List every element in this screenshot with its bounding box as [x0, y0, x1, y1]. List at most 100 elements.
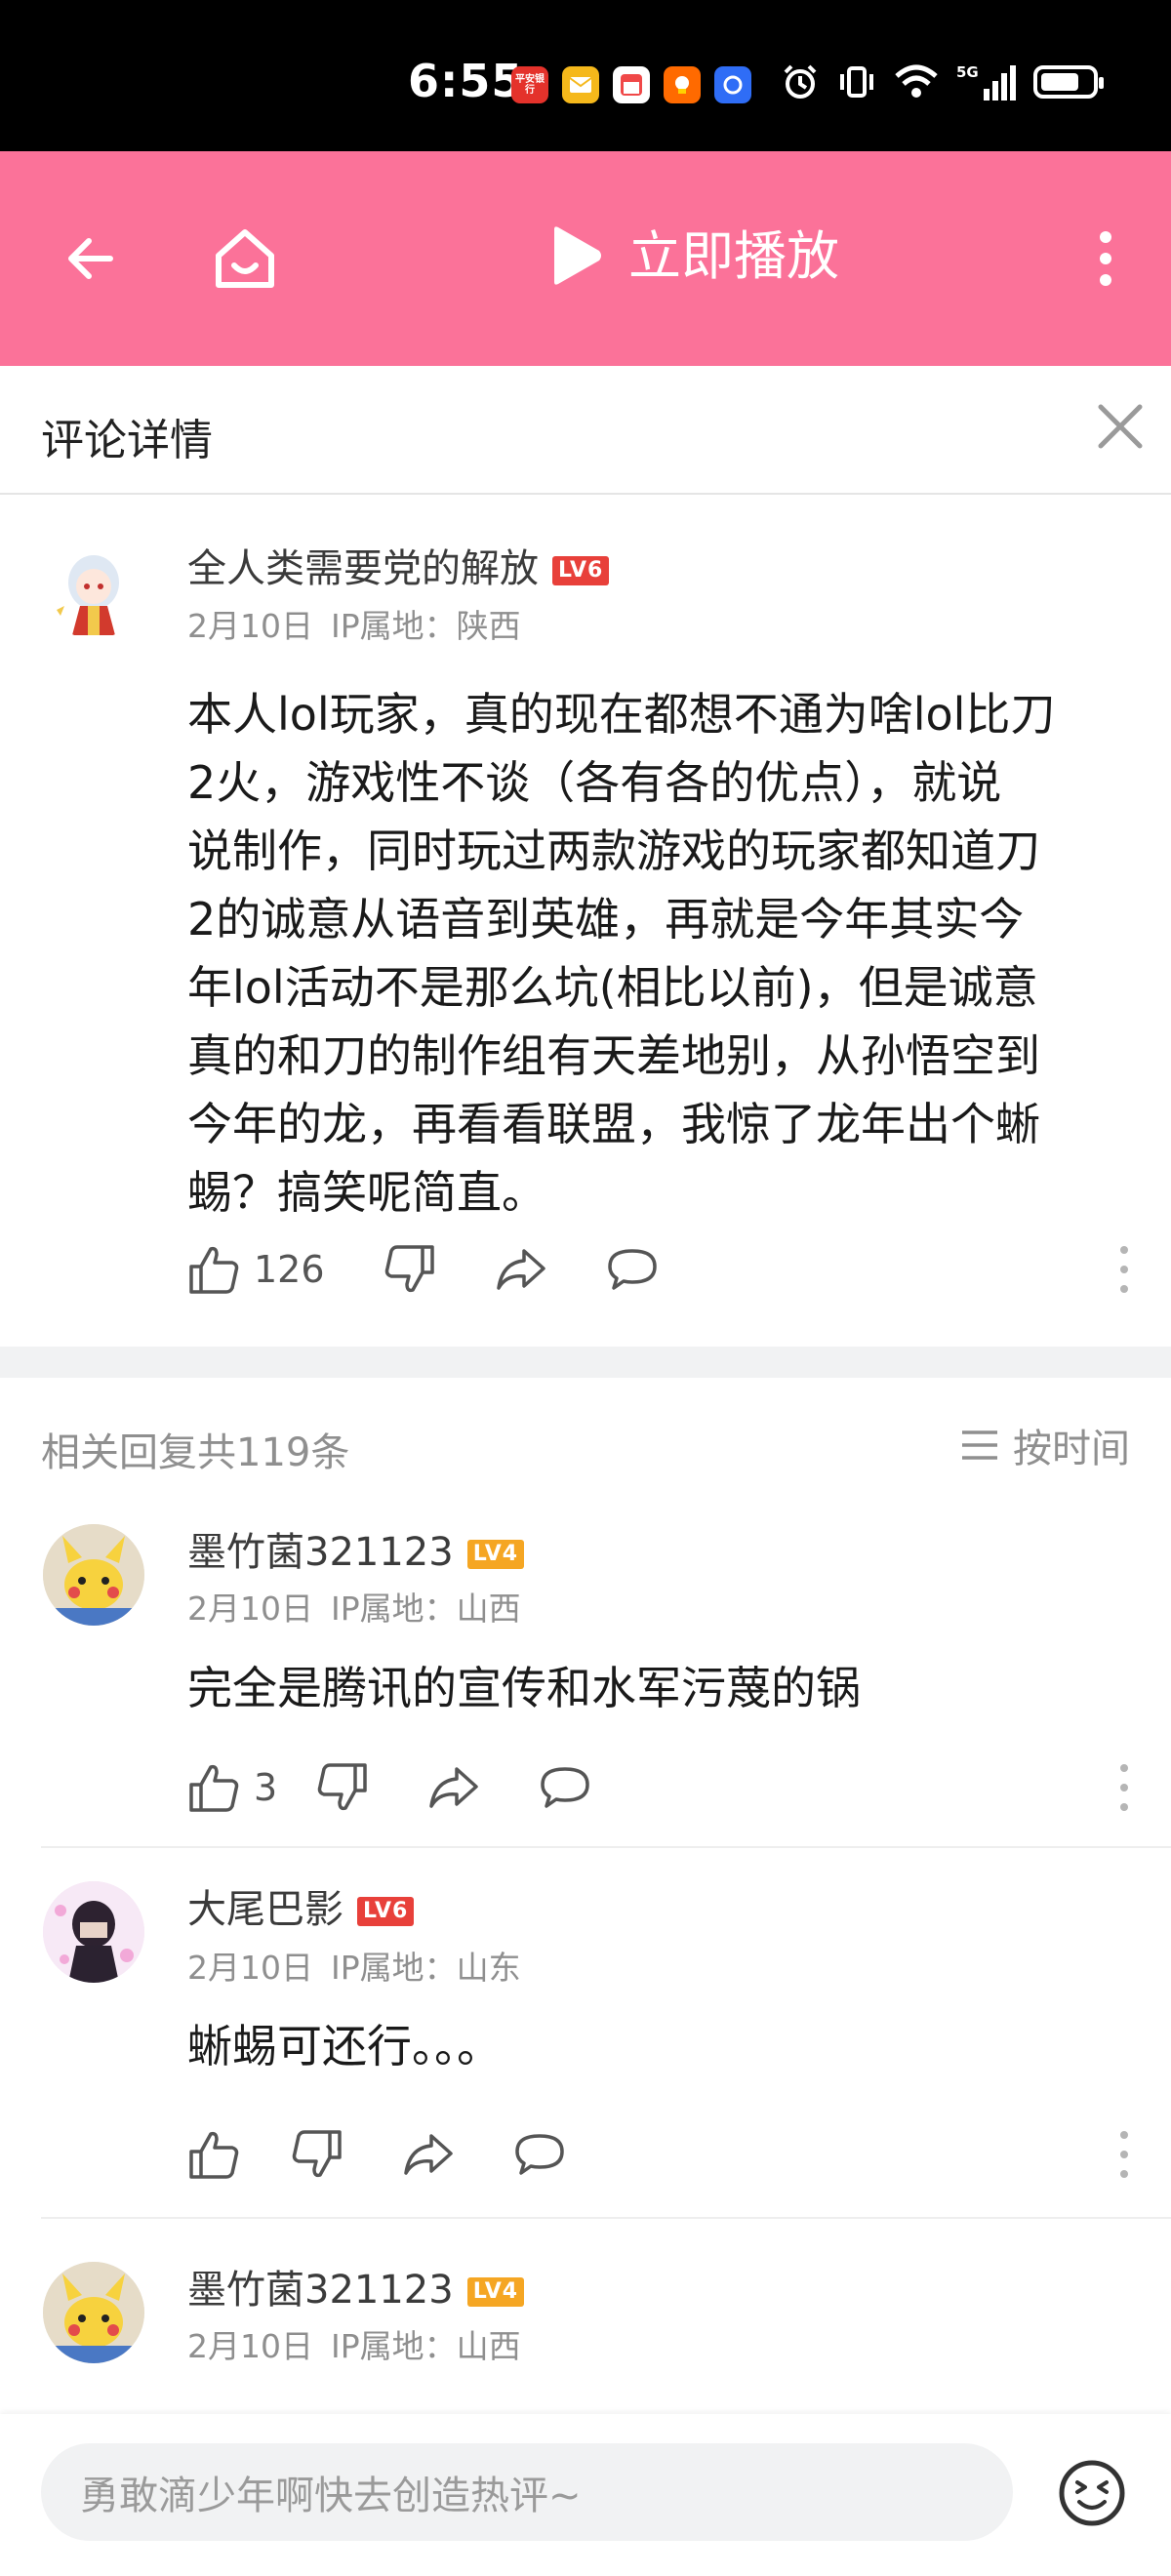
- like-button[interactable]: [187, 2125, 240, 2184]
- comment-input[interactable]: 勇敢滴少年啊快去创造热评~: [41, 2443, 1013, 2541]
- main-comment: 全人类需要党的解放 LV6 2月10日 IP属地：陕西 本人lol玩家，真的现在都想…: [0, 493, 1171, 1347]
- vertical-dots-icon: [1100, 231, 1111, 286]
- battery-icon: [1032, 65, 1104, 99]
- speech-bubble-icon: [515, 2134, 564, 2175]
- comment-date: 2月10日: [187, 2327, 313, 2365]
- avatar[interactable]: [43, 538, 144, 639]
- comment-author[interactable]: 全人类需要党的解放 LV6: [187, 537, 610, 593]
- section-gap: [0, 1347, 1171, 1378]
- dislike-button[interactable]: [316, 1758, 369, 1817]
- speech-bubble-icon: [541, 1767, 589, 1808]
- list-sort-icon: [962, 1430, 997, 1460]
- comment-input-bar: 勇敢滴少年啊快去创造热评~: [0, 2414, 1171, 2576]
- home-icon: [216, 229, 274, 288]
- back-button[interactable]: [47, 215, 135, 302]
- like-button[interactable]: 126: [187, 1240, 325, 1299]
- comment-body: 完全是腾讯的宣传和水军污蔑的锅: [187, 1662, 861, 1714]
- play-now-button[interactable]: 立即播放: [537, 210, 859, 303]
- thumbs-down-icon: [292, 2130, 342, 2178]
- reply-item: 大尾巴影 LV6 2月10日 IP属地：山东 蜥蜴可还行。。。: [0, 1848, 1171, 2217]
- dislike-button[interactable]: [384, 1240, 436, 1299]
- comment-meta: 2月10日 IP属地：山东: [187, 1942, 521, 1989]
- close-button[interactable]: [1091, 397, 1150, 456]
- share-button[interactable]: [495, 1240, 547, 1299]
- share-button[interactable]: [427, 1758, 480, 1817]
- comment-actions: 3: [187, 1758, 650, 1817]
- status-app-icons: 平安银行: [511, 66, 751, 103]
- speech-bubble-icon: [607, 1249, 657, 1290]
- status-time: 6:55: [408, 55, 524, 107]
- status-bar: 6:55 平安银行 5G: [0, 0, 1171, 151]
- like-count: 126: [254, 1248, 325, 1291]
- comment-author[interactable]: 大尾巴影 LV6: [187, 1877, 415, 1934]
- player-top-bar: 立即播放: [0, 151, 1171, 366]
- comment-ip: IP属地：山东: [331, 1949, 521, 1987]
- like-count: 3: [254, 1766, 278, 1809]
- shopping-app-icon: [664, 66, 701, 103]
- more-menu-button[interactable]: [1062, 215, 1150, 302]
- sort-by-time-button[interactable]: 按时间: [960, 1417, 1130, 1473]
- replies-header: 相关回复共119条 按时间: [0, 1378, 1171, 1495]
- dislike-button[interactable]: [291, 2125, 343, 2184]
- comment-body: 本人lol玩家，真的现在都想不通为啥lol比刀 2火，游戏性不谈（各有各的优点）…: [187, 688, 1056, 1219]
- vibrate-icon: [840, 66, 873, 98]
- share-icon: [404, 2134, 453, 2175]
- emoji-button[interactable]: [1056, 2457, 1128, 2529]
- comment-more-icon[interactable]: [1116, 2129, 1132, 2180]
- comment-ip: IP属地：山西: [331, 1590, 521, 1628]
- reply-item: 墨竹菌321123 LV4 2月10日 IP属地：山西: [0, 2219, 1171, 2414]
- mail-app-icon: [562, 66, 599, 103]
- reply-button[interactable]: [606, 1240, 659, 1299]
- cellular-signal: 5G: [956, 63, 1016, 101]
- comment-ip: IP属地：山西: [331, 2327, 521, 2365]
- comment-author[interactable]: 墨竹菌321123 LV4: [187, 2258, 525, 2314]
- comment-date: 2月10日: [187, 1590, 313, 1628]
- bank-app-icon: 平安银行: [511, 66, 548, 103]
- level-badge: LV4: [466, 1540, 525, 1569]
- reply-item: 墨竹菌321123 LV4 2月10日 IP属地：山西 完全是腾讯的宣传和水军污蔑的…: [0, 1495, 1171, 1846]
- comment-meta: 2月10日 IP属地：山西: [187, 1583, 521, 1630]
- avatar[interactable]: [43, 2262, 144, 2363]
- share-icon: [429, 1767, 478, 1808]
- comment-date: 2月10日: [187, 1949, 313, 1987]
- share-button[interactable]: [402, 2125, 455, 2184]
- comment-detail-title: 评论详情: [41, 416, 213, 465]
- avatar[interactable]: [43, 1524, 144, 1626]
- notes-app-icon: [613, 66, 650, 103]
- comment-meta: 2月10日 IP属地：陕西: [187, 600, 521, 647]
- level-badge: LV6: [552, 556, 610, 585]
- thumbs-up-icon: [189, 1246, 239, 1294]
- avatar[interactable]: [43, 1881, 144, 1983]
- comment-actions: 126: [187, 1240, 717, 1299]
- blue-app-icon: [714, 66, 751, 103]
- comment-more-icon[interactable]: [1116, 1762, 1132, 1813]
- comment-date: 2月10日: [187, 607, 313, 645]
- share-icon: [496, 1249, 545, 1290]
- thumbs-up-icon: [189, 2131, 239, 2179]
- level-badge: LV6: [357, 1897, 415, 1926]
- wifi-icon: [895, 64, 938, 98]
- arrow-left-icon: [68, 238, 113, 279]
- play-icon: [554, 226, 601, 285]
- comment-actions: [187, 2125, 625, 2184]
- comment-more-icon[interactable]: [1116, 1244, 1132, 1295]
- comment-detail-header: 评论详情: [0, 366, 1171, 495]
- comment-body: 蜥蜴可还行。。。: [187, 2020, 502, 2073]
- thumbs-down-icon: [384, 1245, 434, 1293]
- thumbs-down-icon: [317, 1763, 367, 1811]
- comment-meta: 2月10日 IP属地：山西: [187, 2320, 521, 2367]
- status-system-icons: 5G: [781, 62, 1104, 101]
- like-button[interactable]: 3: [187, 1758, 277, 1817]
- comment-ip: IP属地：陕西: [331, 607, 521, 645]
- thumbs-up-icon: [189, 1764, 239, 1812]
- comment-author[interactable]: 墨竹菌321123 LV4: [187, 1520, 525, 1577]
- alarm-icon: [784, 64, 817, 99]
- reply-count: 相关回复共119条: [41, 1430, 350, 1475]
- reply-button[interactable]: [539, 1758, 591, 1817]
- home-button[interactable]: [201, 215, 289, 302]
- reply-button[interactable]: [513, 2125, 566, 2184]
- play-now-label: 立即播放: [628, 225, 839, 287]
- close-icon: [1098, 404, 1143, 449]
- emoji-icon: [1059, 2460, 1125, 2526]
- level-badge: LV4: [466, 2277, 525, 2307]
